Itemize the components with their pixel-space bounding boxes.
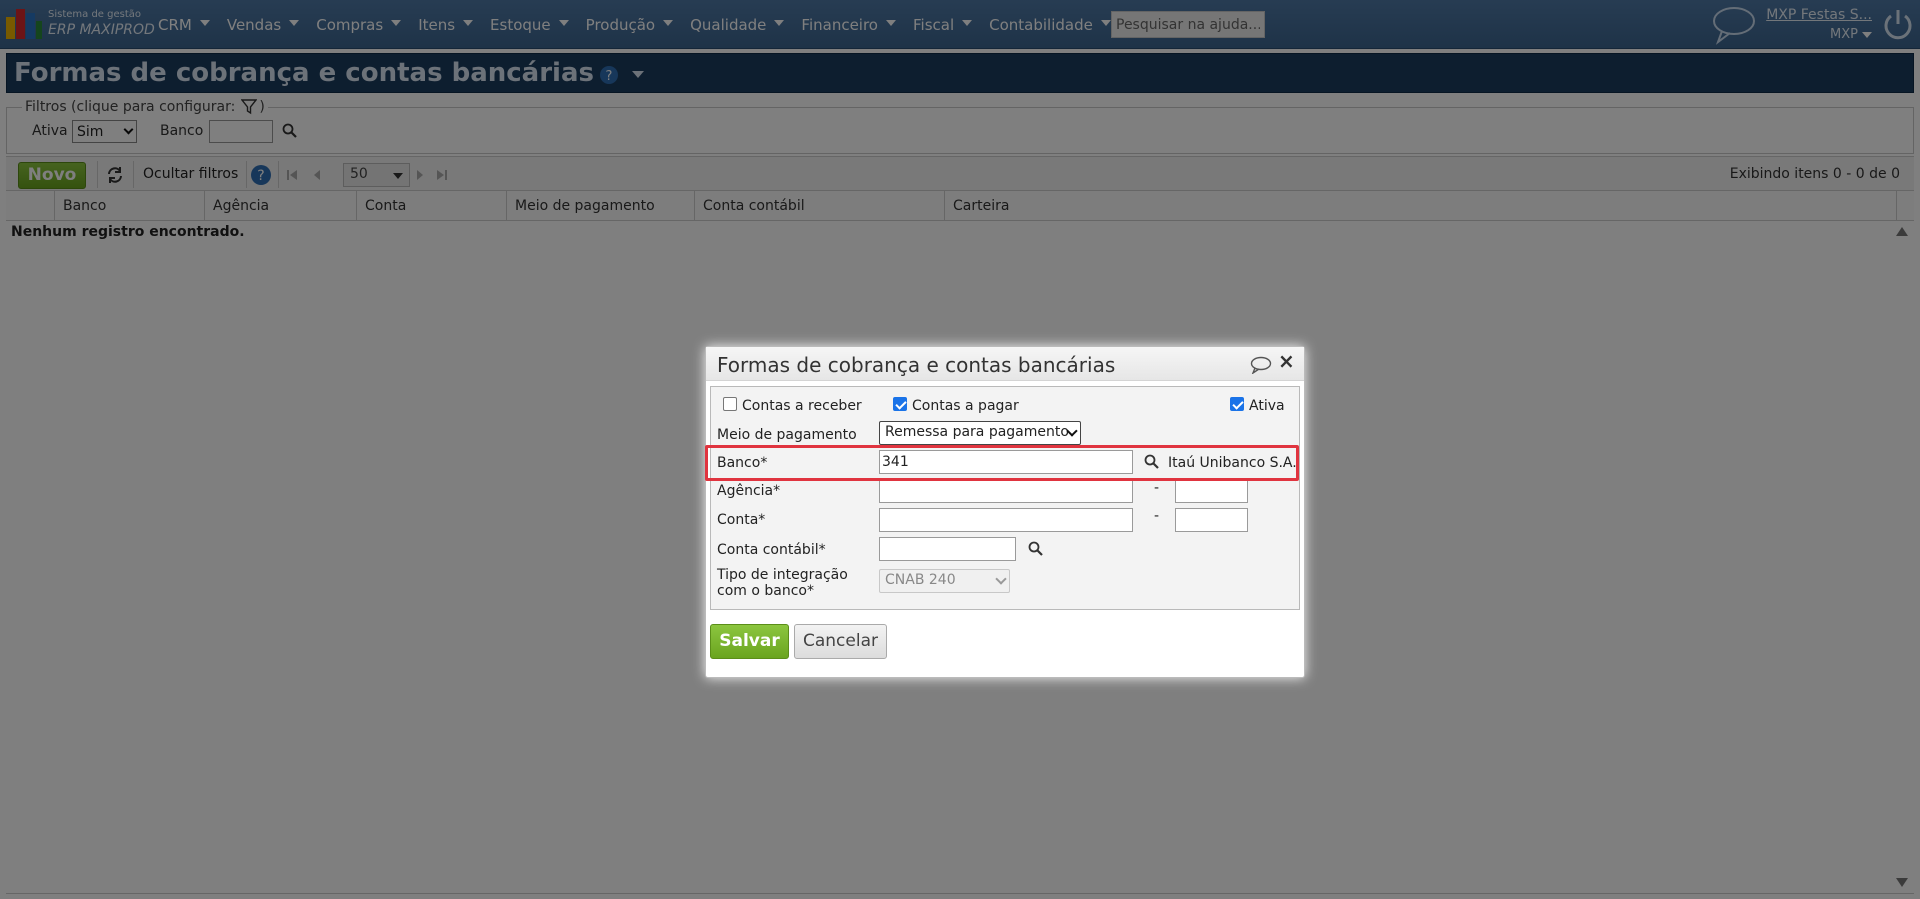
- conta-digit-input[interactable]: [1175, 508, 1248, 532]
- dialog-form: Contas a receber Contas a pagar Ativa Me…: [710, 386, 1300, 610]
- dialog-header: Formas de cobrança e contas bancárias ×: [706, 347, 1304, 381]
- banco-label: Banco*: [717, 455, 768, 471]
- chevron-down-icon: [995, 573, 1007, 585]
- cancel-button[interactable]: Cancelar: [794, 624, 887, 659]
- banco-input[interactable]: [879, 450, 1133, 474]
- agencia-dash: -: [1154, 480, 1160, 496]
- agencia-digit-input[interactable]: [1175, 479, 1248, 503]
- conta-dash: -: [1154, 508, 1160, 524]
- close-icon[interactable]: ×: [1278, 351, 1295, 371]
- meio-pagamento-value: Remessa para pagamento: [885, 424, 1069, 440]
- conta-label: Conta*: [717, 512, 766, 528]
- meio-pagamento-label: Meio de pagamento: [717, 427, 857, 443]
- contas-pagar-label[interactable]: Contas a pagar: [912, 398, 1019, 414]
- ativa-checkbox[interactable]: [1230, 397, 1244, 411]
- ativa-label[interactable]: Ativa: [1249, 398, 1285, 414]
- tipo-integracao-label: Tipo de integração: [717, 567, 848, 583]
- agencia-input[interactable]: [879, 479, 1133, 503]
- save-button[interactable]: Salvar: [710, 624, 789, 659]
- banco-name: Itaú Unibanco S.A.: [1168, 455, 1297, 471]
- contas-receber-label[interactable]: Contas a receber: [742, 398, 862, 414]
- conta-input[interactable]: [879, 508, 1133, 532]
- dialog-title: Formas de cobrança e contas bancárias: [717, 353, 1116, 377]
- comment-icon[interactable]: [1250, 356, 1272, 374]
- bank-account-dialog: Formas de cobrança e contas bancárias × …: [705, 346, 1305, 678]
- conta-contabil-label: Conta contábil*: [717, 542, 826, 558]
- meio-pagamento-select[interactable]: Remessa para pagamento: [879, 421, 1081, 445]
- tipo-integracao-select: CNAB 240: [879, 569, 1010, 593]
- search-icon[interactable]: [1028, 541, 1044, 557]
- conta-contabil-input[interactable]: [879, 537, 1016, 561]
- tipo-integracao-label-2: com o banco*: [717, 583, 814, 599]
- agencia-label: Agência*: [717, 483, 781, 499]
- search-icon[interactable]: [1144, 454, 1160, 470]
- contas-pagar-checkbox[interactable]: [893, 397, 907, 411]
- contas-receber-checkbox[interactable]: [723, 397, 737, 411]
- tipo-integracao-value: CNAB 240: [885, 572, 956, 588]
